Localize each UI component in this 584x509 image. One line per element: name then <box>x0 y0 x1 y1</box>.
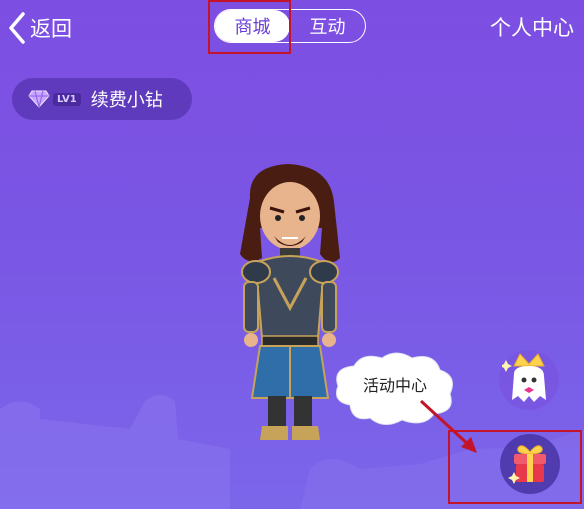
back-button[interactable]: 返回 <box>6 10 72 46</box>
gift-button[interactable] <box>500 434 560 494</box>
renew-membership-button[interactable]: LV1 续费小钻 <box>12 78 192 120</box>
ghost-crown-icon <box>502 353 546 402</box>
tab-interaction[interactable]: 互动 <box>290 10 365 42</box>
chevron-left-icon <box>9 12 25 44</box>
level-badge: LV1 <box>53 92 81 106</box>
ghost-crown-button[interactable] <box>499 350 559 410</box>
diamond-icon <box>28 90 50 108</box>
renew-label: 续费小钻 <box>90 90 163 111</box>
tab-shop[interactable]: 商城 <box>215 10 290 42</box>
gift-icon <box>508 445 546 484</box>
tab-switcher: 商城 互动 <box>214 9 366 43</box>
back-label: 返回 <box>30 17 72 41</box>
callout-text: 活动中心 <box>362 376 427 395</box>
personal-center-link[interactable]: 个人中心 <box>490 12 574 42</box>
annotation-arrow <box>419 399 477 453</box>
